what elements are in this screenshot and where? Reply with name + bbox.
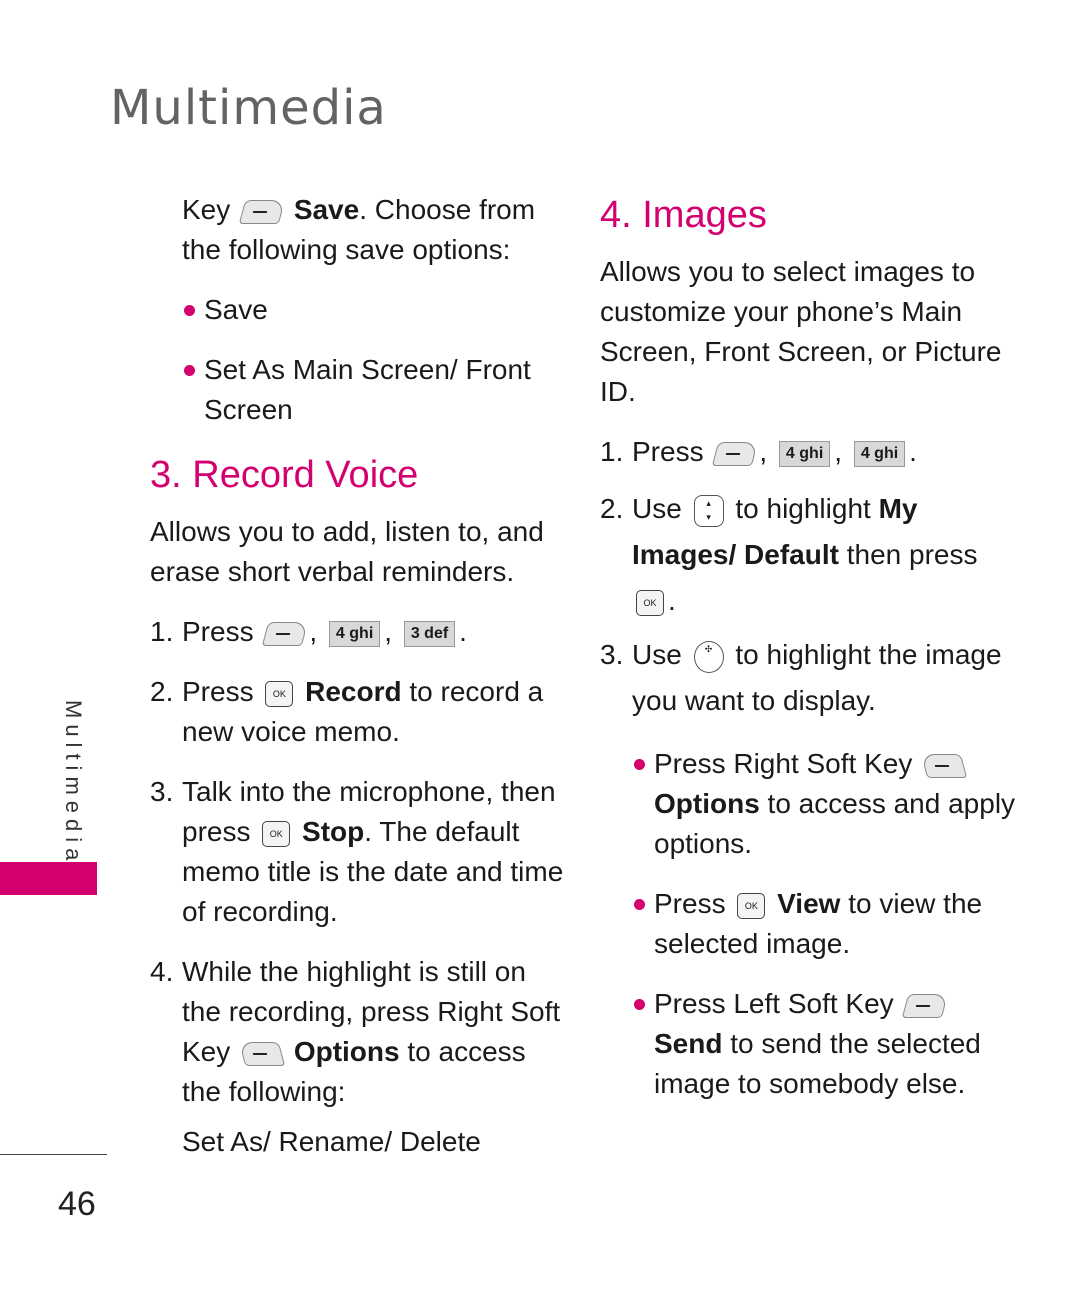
section-title-images: 4. Images bbox=[600, 194, 767, 236]
step-text: then press bbox=[846, 539, 978, 570]
key-3-icon: 3 def bbox=[403, 620, 456, 647]
step-number: 2. bbox=[600, 493, 624, 524]
ok-key-icon: OK bbox=[262, 820, 291, 847]
left-soft-key-icon bbox=[262, 621, 309, 646]
step-text: to highlight the image you want to displ… bbox=[632, 639, 1002, 716]
left-soft-key-icon bbox=[902, 993, 949, 1018]
key-4-icon: 4 ghi bbox=[328, 620, 381, 647]
left-soft-key-icon bbox=[238, 199, 286, 224]
step-item: 1. Press , 4 ghi, 3 def. bbox=[150, 612, 570, 652]
step-item: 2. Press OK Record to record a new voice… bbox=[150, 672, 570, 752]
right-column: 4. Images Allows you to select images to… bbox=[600, 190, 1020, 1104]
step-number: 1. bbox=[600, 436, 624, 467]
four-way-nav-key-icon: ✣ bbox=[693, 640, 724, 673]
section-title-record-voice: 3. Record Voice bbox=[150, 454, 419, 496]
ok-key-icon: OK bbox=[265, 680, 294, 707]
step-text: Press bbox=[182, 616, 254, 647]
bullet-item: Press OK View to view the selected image… bbox=[632, 884, 1020, 964]
step-text: Press bbox=[182, 676, 254, 707]
ok-key-icon: OK bbox=[737, 892, 766, 919]
section-description: Allows you to add, listen to, and erase … bbox=[150, 516, 544, 587]
bullet-text: Press bbox=[654, 888, 726, 919]
right-soft-key-icon bbox=[920, 753, 968, 778]
section-marker bbox=[0, 862, 97, 895]
bullet-item: Save bbox=[182, 290, 570, 330]
bullet-bold: Options bbox=[654, 788, 760, 819]
options-line: Set As/ Rename/ Delete bbox=[182, 1126, 481, 1157]
bullet-text: Press Left Soft Key bbox=[654, 988, 894, 1019]
section-description: Allows you to select images to customize… bbox=[600, 256, 1002, 407]
step-number: 4. bbox=[150, 956, 174, 987]
bullet-item: Press Left Soft Key Send to send the sel… bbox=[632, 984, 1020, 1104]
up-down-nav-key-icon: ▴ ▾ bbox=[693, 494, 724, 527]
bullet-bold: View bbox=[777, 888, 841, 919]
step-number: 3. bbox=[600, 639, 624, 670]
step-text: Use bbox=[632, 493, 682, 524]
bullet-text: Press Right Soft Key bbox=[654, 748, 913, 779]
footer-divider bbox=[0, 1154, 107, 1155]
step-item: 3. Use ✣ to highlight the image you want… bbox=[600, 632, 1020, 724]
step-bold: Options bbox=[293, 1036, 400, 1067]
step-number: 2. bbox=[150, 676, 174, 707]
intro-text: Key bbox=[182, 194, 231, 225]
step-text: Press bbox=[632, 436, 704, 467]
step-bold: Record bbox=[305, 676, 402, 707]
key-4-icon: 4 ghi bbox=[778, 440, 831, 467]
save-instruction: Key Save. Choose from the following save… bbox=[150, 190, 570, 270]
right-soft-key-icon bbox=[238, 1041, 286, 1066]
intro-bold: Save bbox=[293, 194, 360, 225]
left-soft-key-icon bbox=[712, 441, 759, 466]
page-title: Multimedia bbox=[110, 80, 387, 136]
section-side-tab: Multimedia bbox=[61, 700, 86, 867]
intro-post: . Choose from the following save options… bbox=[182, 194, 536, 265]
bullet-item: Press Right Soft Key Options to access a… bbox=[632, 744, 1020, 864]
step-text: to highlight bbox=[735, 493, 871, 524]
step-item: 3. Talk into the microphone, then press … bbox=[150, 772, 570, 932]
bullet-text: Set As Main Screen/ Front Screen bbox=[204, 354, 531, 425]
step-number: 1. bbox=[150, 616, 174, 647]
step-text: Use bbox=[632, 639, 682, 670]
bullet-bold: Send bbox=[654, 1028, 723, 1059]
bullet-item: Set As Main Screen/ Front Screen bbox=[182, 350, 570, 430]
left-column: Key Save. Choose from the following save… bbox=[150, 190, 570, 1162]
ok-key-icon: OK bbox=[636, 589, 664, 616]
step-item: 2. Use ▴ ▾ to highlight My Images/ Defaul… bbox=[600, 486, 1020, 624]
page-number: 46 bbox=[58, 1185, 96, 1223]
step-bold: Stop bbox=[302, 816, 365, 847]
step-number: 3. bbox=[150, 776, 174, 807]
bullet-text: Save bbox=[204, 294, 268, 325]
step-item: 1. Press , 4 ghi, 4 ghi. bbox=[600, 432, 1020, 472]
key-4-icon: 4 ghi bbox=[853, 440, 906, 467]
step-item: 4. While the highlight is still on the r… bbox=[150, 952, 570, 1112]
